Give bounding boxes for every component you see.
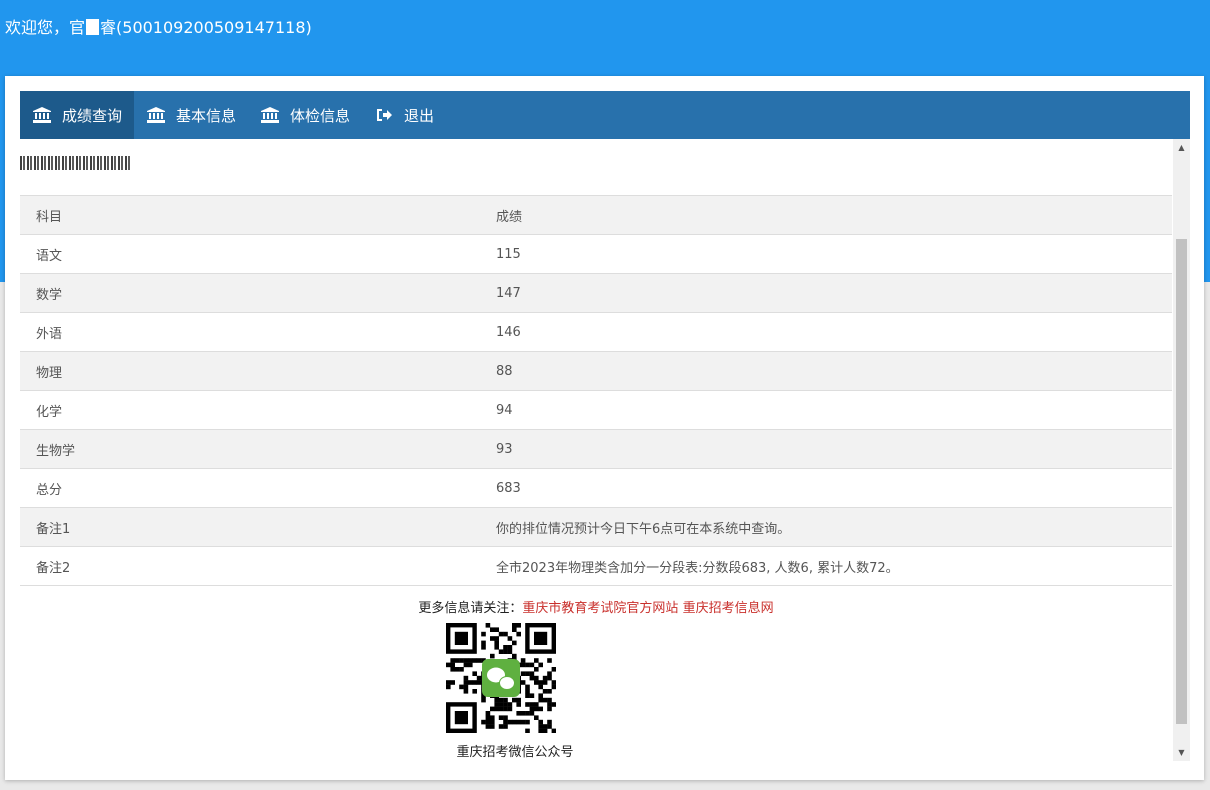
- welcome-suffix: 睿(500109200509147118): [100, 18, 312, 37]
- table-row: 数学 147: [20, 273, 1172, 313]
- subject-cell: 总分: [20, 468, 480, 508]
- follow-info: 更多信息请关注：重庆市教育考试院官方网站 重庆招考信息网: [20, 597, 1172, 616]
- main-card: 成绩查询 基本信息 体检信息 退出 科目 成绩 语文 115 数学 147 外语…: [5, 76, 1204, 780]
- welcome-text: 欢迎您，官 睿(500109200509147118): [5, 14, 312, 38]
- qr-caption: 重庆招考微信公众号: [456, 745, 574, 760]
- subject-cell: 生物学: [20, 429, 480, 469]
- subject-cell: 语文: [20, 234, 480, 274]
- nav-item-logout[interactable]: 退出: [362, 91, 446, 139]
- nav-label: 成绩查询: [62, 106, 123, 125]
- table-row: 备注2 全市2023年物理类含加分一分段表:分数段683, 人数6, 累计人数72…: [20, 546, 1172, 586]
- subject-cell: 备注2: [20, 546, 480, 586]
- score-cell: 你的排位情况预计今日下午6点可在本系统中查询。: [480, 507, 1172, 547]
- table-row: 生物学 93: [20, 429, 1172, 469]
- scroll-up-icon[interactable]: ▲: [1173, 139, 1190, 156]
- score-cell: 94: [480, 390, 1172, 430]
- exam-institute-link[interactable]: 重庆市教育考试院官方网站: [522, 601, 678, 616]
- nav-item-score-query[interactable]: 成绩查询: [20, 91, 135, 139]
- table-row: 物理 88: [20, 351, 1172, 391]
- bank-icon: [32, 106, 52, 124]
- table-row: 备注1 你的排位情况预计今日下午6点可在本系统中查询。: [20, 507, 1172, 547]
- scroll-down-icon[interactable]: ▼: [1173, 744, 1190, 761]
- table-row: 外语 146: [20, 312, 1172, 352]
- score-cell: 93: [480, 429, 1172, 469]
- score-panel: 科目 成绩 语文 115 数学 147 外语 146 物理 88 化学 94 生物学 93 总分 683 备…: [20, 139, 1190, 761]
- nav-label: 体检信息: [290, 106, 351, 125]
- header-score: 成绩: [480, 195, 1172, 235]
- welcome-prefix: 欢迎您，官: [5, 18, 86, 37]
- subject-cell: 物理: [20, 351, 480, 391]
- table-header-row: 科目 成绩: [20, 195, 1172, 235]
- table-row: 语文 115: [20, 234, 1172, 274]
- bank-icon: [260, 106, 280, 124]
- vertical-scrollbar[interactable]: ▲ ▼: [1173, 139, 1190, 761]
- navbar: 成绩查询 基本信息 体检信息 退出: [20, 91, 1190, 139]
- name-redaction: [86, 19, 100, 35]
- scrambled-text-image: [20, 156, 130, 170]
- subject-cell: 外语: [20, 312, 480, 352]
- follow-label: 更多信息请关注：: [418, 601, 523, 616]
- nav-item-physical-exam[interactable]: 体检信息: [248, 91, 362, 139]
- score-table: 科目 成绩 语文 115 数学 147 外语 146 物理 88 化学 94 生物学 93 总分 683 备…: [20, 195, 1172, 586]
- nav-item-basic-info[interactable]: 基本信息: [134, 91, 248, 139]
- table-row: 化学 94: [20, 390, 1172, 430]
- score-cell: 115: [480, 234, 1172, 274]
- wechat-qr-code: [446, 623, 557, 734]
- header-subject: 科目: [20, 195, 480, 235]
- subject-cell: 化学: [20, 390, 480, 430]
- subject-cell: 备注1: [20, 507, 480, 547]
- score-cell: 146: [480, 312, 1172, 352]
- nav-label: 退出: [404, 106, 435, 125]
- sign-out-icon: [374, 106, 394, 124]
- score-cell: 147: [480, 273, 1172, 313]
- recruitment-info-link[interactable]: 重庆招考信息网: [683, 601, 774, 616]
- bank-icon: [146, 106, 166, 124]
- subject-cell: 数学: [20, 273, 480, 313]
- scrollbar-thumb[interactable]: [1176, 239, 1187, 724]
- score-cell: 683: [480, 468, 1172, 508]
- table-row: 总分 683: [20, 468, 1172, 508]
- nav-label: 基本信息: [176, 106, 237, 125]
- score-cell: 88: [480, 351, 1172, 391]
- score-cell: 全市2023年物理类含加分一分段表:分数段683, 人数6, 累计人数72。: [480, 546, 1172, 586]
- scrambled-title: [20, 155, 130, 173]
